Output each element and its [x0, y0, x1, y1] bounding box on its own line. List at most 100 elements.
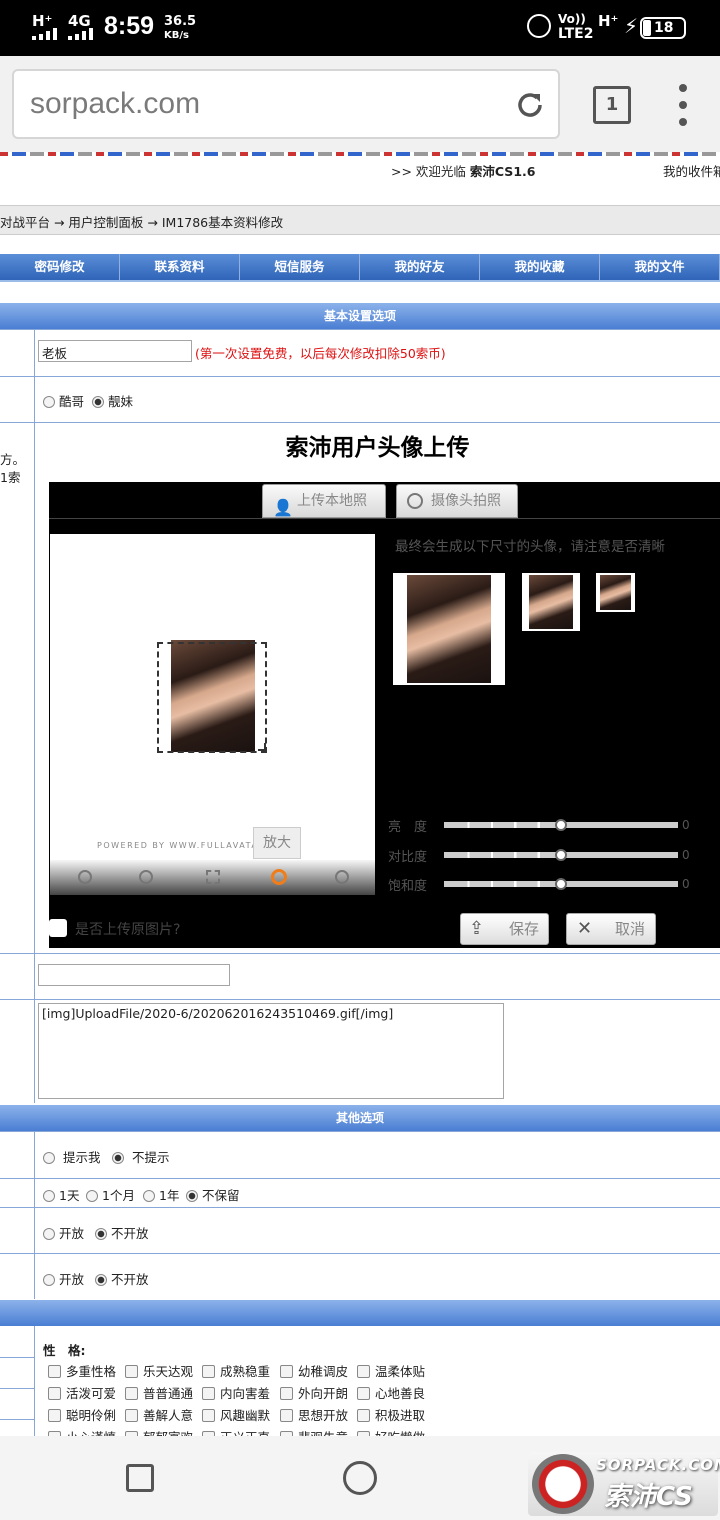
checkbox-icon[interactable]	[202, 1387, 215, 1400]
radio-selected-icon[interactable]	[95, 1274, 107, 1286]
url-text[interactable]: sorpack.com	[30, 87, 200, 121]
signature-textarea[interactable]: [img]UploadFile/2020-6/20206201624351046…	[38, 1003, 504, 1099]
checkbox-icon[interactable]	[280, 1365, 293, 1378]
resize-handle-icon[interactable]	[258, 743, 266, 751]
personality-option[interactable]: 风趣幽默	[202, 1405, 270, 1424]
crop-canvas[interactable]: POWERED BY WWW.FULLAVATAR.COM 放大	[50, 534, 375, 895]
keep-original-checkbox[interactable]	[49, 919, 67, 937]
slider-knob[interactable]	[555, 819, 567, 831]
gender-female-option[interactable]: 靓妹	[92, 391, 133, 410]
address-bar[interactable]: sorpack.com	[12, 69, 560, 139]
open-option-2[interactable]: 开放	[43, 1269, 84, 1288]
personality-option[interactable]: 多重性格	[48, 1361, 116, 1380]
gender-male-option[interactable]: 酷哥	[43, 391, 84, 410]
personality-option[interactable]: 幼稚调皮	[280, 1361, 348, 1380]
radio-icon[interactable]	[43, 1228, 55, 1240]
not-open-option[interactable]: 不开放	[95, 1223, 149, 1242]
breadcrumb: 对战平台 → 用户控制面板 → IM1786基本资料修改	[0, 215, 284, 230]
text-input[interactable]	[38, 964, 230, 986]
personality-option[interactable]: 活泼可爱	[48, 1383, 116, 1402]
radio-icon[interactable]	[43, 1274, 55, 1286]
personality-option[interactable]: 成熟稳重	[202, 1361, 270, 1380]
radio-icon[interactable]	[143, 1190, 155, 1202]
radio-icon[interactable]	[43, 1152, 55, 1164]
radio-selected-icon[interactable]	[92, 396, 104, 408]
rotate-right-icon[interactable]	[335, 870, 349, 884]
checkbox-icon[interactable]	[357, 1365, 370, 1378]
tab-password[interactable]: 密码修改	[0, 254, 120, 280]
checkbox-icon[interactable]	[280, 1387, 293, 1400]
save-button[interactable]: ⇪ 保存	[460, 913, 549, 945]
inbox-link[interactable]: 我的收件箱	[663, 161, 720, 180]
radio-icon[interactable]	[86, 1190, 98, 1202]
personality-option[interactable]: 温柔体贴	[357, 1361, 425, 1380]
nickname-input[interactable]: 老板	[38, 340, 192, 362]
radio-selected-icon[interactable]	[112, 1152, 124, 1164]
personality-option[interactable]: 普普通通	[125, 1383, 193, 1402]
upload-local-tab[interactable]: 👤 上传本地照	[262, 484, 386, 518]
not-open-option-2[interactable]: 不开放	[95, 1269, 149, 1288]
more-menu-icon[interactable]	[677, 84, 689, 128]
radio-icon[interactable]	[43, 396, 55, 408]
notify-yes-option[interactable]: 提示我	[43, 1147, 101, 1166]
basic-settings-header: 基本设置选项	[0, 303, 720, 329]
checkbox-icon[interactable]	[202, 1365, 215, 1378]
cancel-button[interactable]: ✕ 取消	[566, 913, 656, 945]
personality-option[interactable]: 心地善良	[357, 1383, 425, 1402]
zoom-in-icon[interactable]	[271, 869, 287, 885]
personality-option[interactable]: 乐天达观	[125, 1361, 193, 1380]
open-option[interactable]: 开放	[43, 1223, 84, 1242]
home-icon[interactable]	[343, 1461, 377, 1495]
checkbox-icon[interactable]	[280, 1409, 293, 1422]
personality-option[interactable]: 内向害羞	[202, 1383, 270, 1402]
tab-contact[interactable]: 联系资料	[120, 254, 240, 280]
saturation-slider[interactable]	[444, 878, 678, 890]
checkbox-icon[interactable]	[357, 1387, 370, 1400]
tab-favorites[interactable]: 我的收藏	[480, 254, 600, 280]
brightness-slider[interactable]	[444, 819, 678, 831]
rotate-left-icon[interactable]	[78, 870, 92, 884]
camera-tab[interactable]: 摄像头拍照	[396, 484, 518, 518]
checkbox-icon[interactable]	[202, 1409, 215, 1422]
checkbox-icon[interactable]	[357, 1409, 370, 1422]
checkbox-icon[interactable]	[125, 1409, 138, 1422]
tab-messages[interactable]: 短信服务	[240, 254, 360, 280]
checkbox-icon[interactable]	[125, 1387, 138, 1400]
radio-icon[interactable]	[43, 1190, 55, 1202]
table-divider	[34, 1131, 35, 1299]
personality-option[interactable]: 外向开朗	[280, 1383, 348, 1402]
reload-icon[interactable]	[514, 89, 546, 121]
tab-switcher-button[interactable]: 1	[593, 86, 631, 124]
checkbox-icon[interactable]	[48, 1387, 61, 1400]
radio-selected-icon[interactable]	[186, 1190, 198, 1202]
keep-1month-option[interactable]: 1个月	[86, 1185, 135, 1204]
other-options-header: 其他选项	[0, 1105, 720, 1131]
personality-option[interactable]: 善解人意	[125, 1405, 193, 1424]
zoom-out-icon[interactable]	[139, 870, 153, 884]
personality-option[interactable]: 思想开放	[280, 1405, 348, 1424]
notify-no-option[interactable]: 不提示	[112, 1147, 170, 1166]
row-border	[0, 1419, 34, 1420]
checkbox-icon[interactable]	[125, 1365, 138, 1378]
slider-knob[interactable]	[555, 849, 567, 861]
personality-option[interactable]: 聪明伶俐	[48, 1405, 116, 1424]
battery-level: 18	[654, 20, 674, 36]
welcome-text: >> 欢迎光临 索沛CS1.6	[391, 164, 536, 179]
keep-1day-option[interactable]: 1天	[43, 1185, 79, 1204]
personality-option[interactable]: 积极进取	[357, 1405, 425, 1424]
slider-knob[interactable]	[555, 878, 567, 890]
keep-none-option[interactable]: 不保留	[186, 1185, 240, 1204]
contrast-slider[interactable]	[444, 849, 678, 861]
recents-icon[interactable]	[126, 1464, 154, 1492]
tab-files[interactable]: 我的文件	[600, 254, 720, 280]
fit-icon[interactable]	[206, 870, 220, 884]
keep-1year-option[interactable]: 1年	[143, 1185, 179, 1204]
checkbox-icon[interactable]	[48, 1409, 61, 1422]
volte-label: Vo))	[558, 12, 586, 26]
network-type-3: H⁺	[598, 12, 619, 30]
tab-friends[interactable]: 我的好友	[360, 254, 480, 280]
checkbox-icon[interactable]	[48, 1365, 61, 1378]
left-note-2: 1索	[0, 470, 21, 485]
radio-selected-icon[interactable]	[95, 1228, 107, 1240]
crop-selection-box[interactable]	[157, 642, 267, 753]
